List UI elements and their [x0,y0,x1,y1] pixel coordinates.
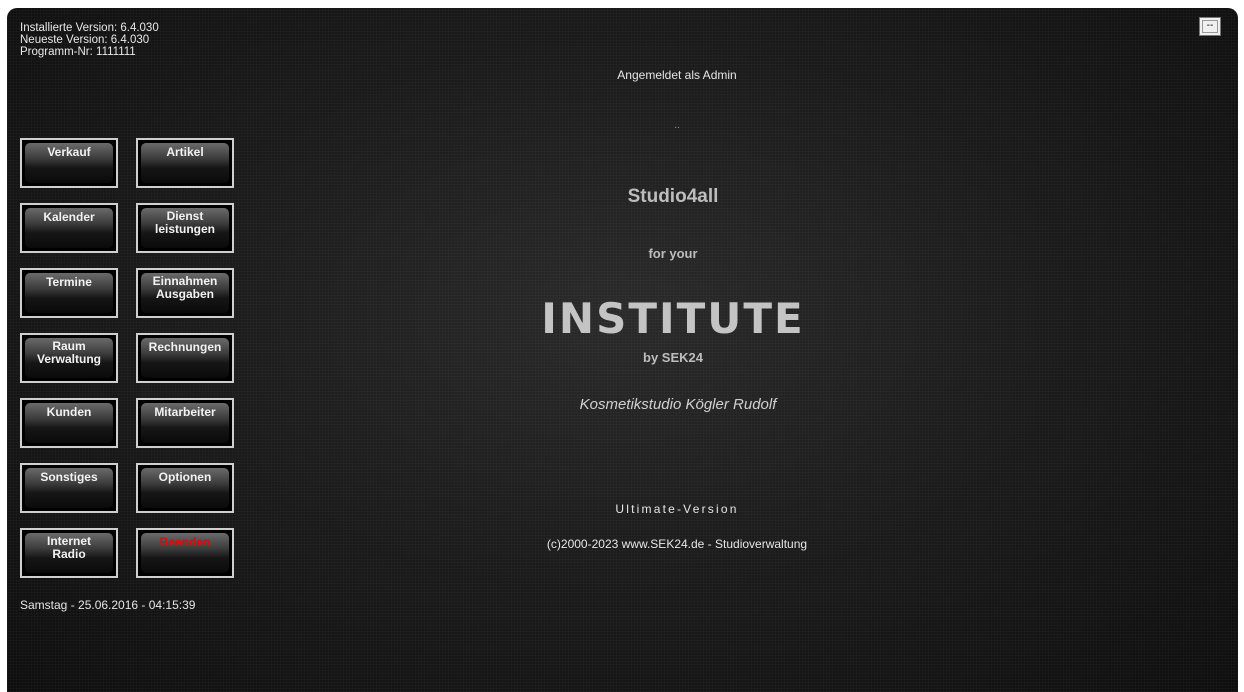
raumverwaltung-button[interactable]: Raum Verwaltung [20,333,118,383]
optionen-label: Optionen [141,468,229,508]
internet-radio-button[interactable]: Internet Radio [20,528,118,578]
sonstiges-label: Sonstiges [25,468,113,508]
artikel-label: Artikel [141,143,229,183]
verkauf-label: Verkauf [25,143,113,183]
minimize-button[interactable]: -- [1199,17,1221,36]
kalender-label: Kalender [25,208,113,248]
internet-radio-label: Internet Radio [25,533,113,573]
current-datetime: Samstag - 25.06.2016 - 04:15:39 [20,598,196,612]
einnahmen-ausgaben-button[interactable]: Einnahmen Ausgaben [136,268,234,318]
kalender-button[interactable]: Kalender [20,203,118,253]
dienstleistungen-label: Dienst leistungen [141,208,229,248]
beenden-label: Beenden [141,533,229,573]
dienstleistungen-button[interactable]: Dienst leistungen [136,203,234,253]
minimize-button-label: -- [1202,20,1218,33]
verkauf-button[interactable]: Verkauf [20,138,118,188]
login-status: Angemeldet als Admin [617,68,737,82]
optionen-button[interactable]: Optionen [136,463,234,513]
main-window: Installierte Version: 6.4.030 Neueste Ve… [7,8,1238,692]
artikel-button[interactable]: Artikel [136,138,234,188]
latest-version: Neueste Version: 6.4.030 [20,34,150,46]
program-number: Programm-Nr: 1111111 [20,46,136,58]
kunden-button[interactable]: Kunden [20,398,118,448]
rechnungen-label: Rechnungen [141,338,229,378]
mitarbeiter-button[interactable]: Mitarbeiter [136,398,234,448]
installed-version: Installierte Version: 6.4.030 [20,22,159,34]
termine-label: Termine [25,273,113,313]
termine-button[interactable]: Termine [20,268,118,318]
beenden-button[interactable]: Beenden [136,528,234,578]
raumverwaltung-label: Raum Verwaltung [25,338,113,378]
sonstiges-button[interactable]: Sonstiges [20,463,118,513]
einnahmen-ausgaben-label: Einnahmen Ausgaben [141,273,229,313]
kunden-label: Kunden [25,403,113,443]
version-info: Installierte Version: 6.4.030 Neueste Ve… [20,22,159,58]
mitarbeiter-label: Mitarbeiter [141,403,229,443]
rechnungen-button[interactable]: Rechnungen [136,333,234,383]
status-dots: .. [674,120,680,131]
